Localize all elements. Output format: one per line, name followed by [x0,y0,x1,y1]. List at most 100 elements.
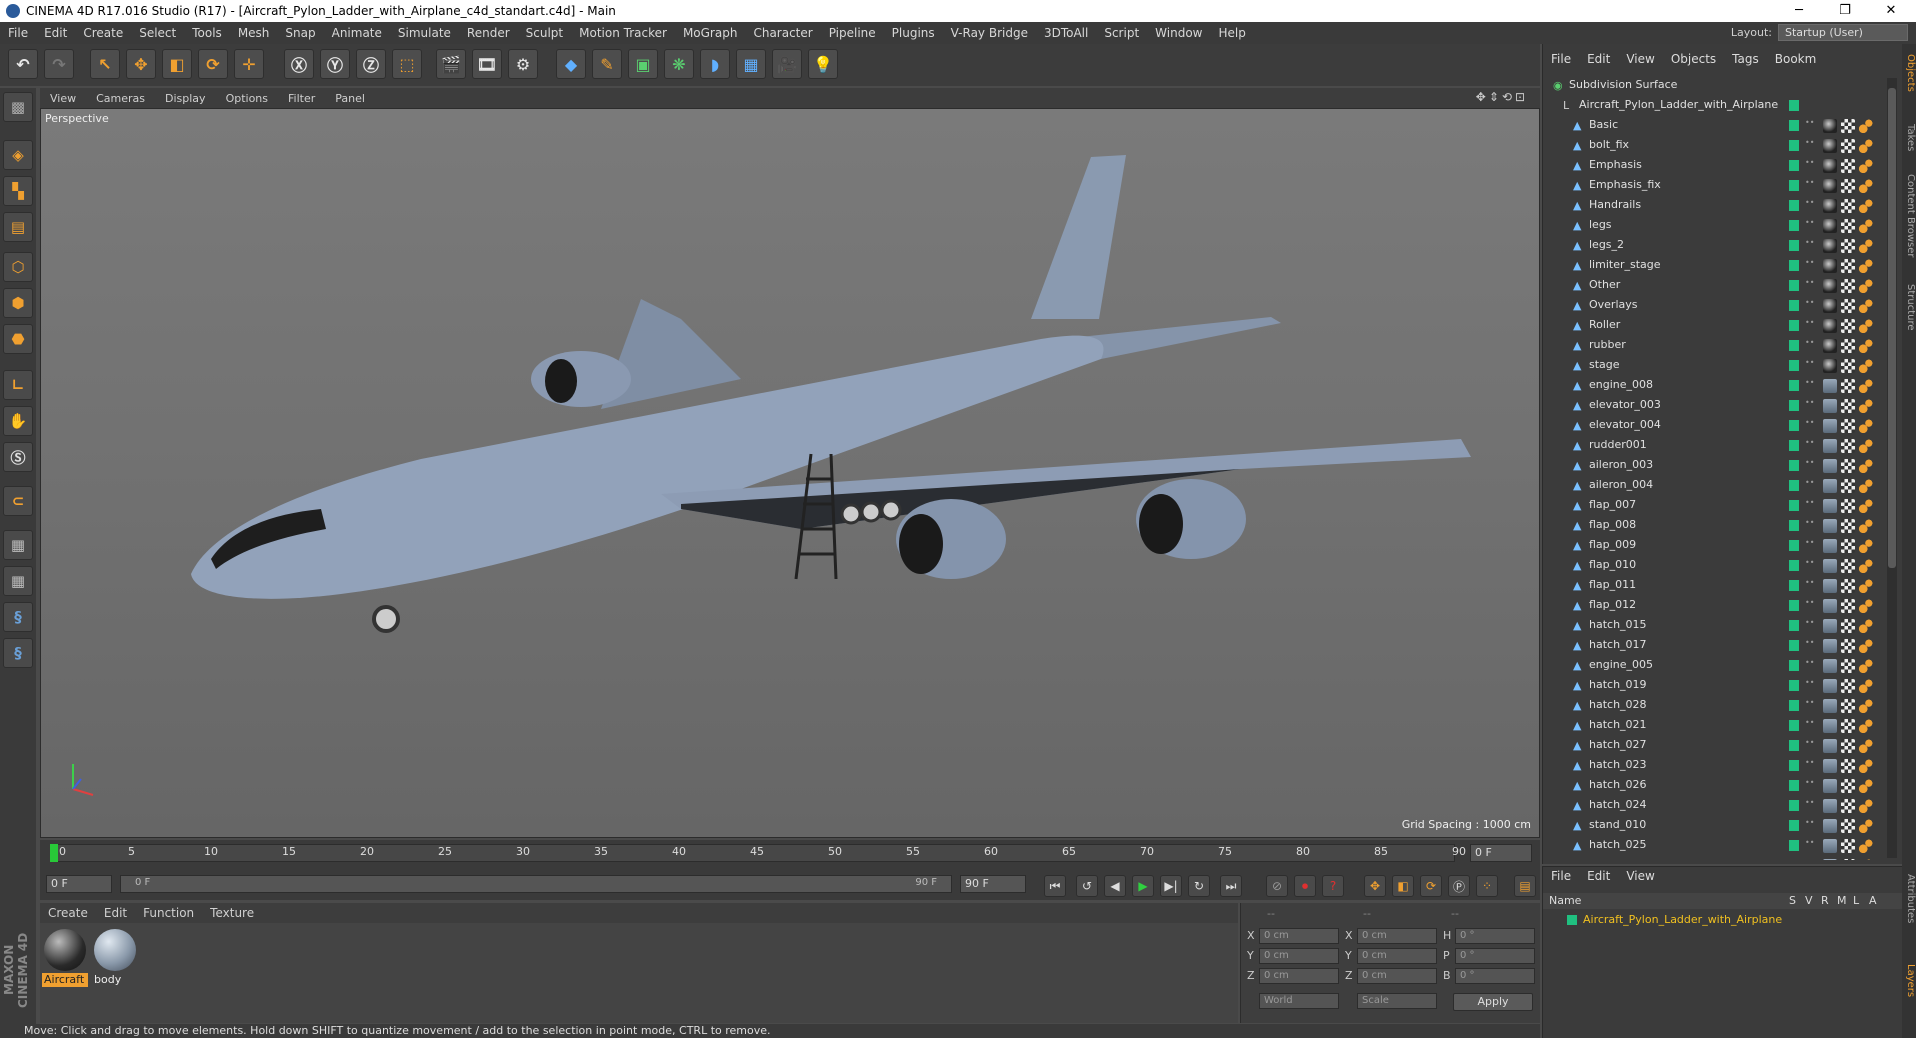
material-tag-icon[interactable] [1823,119,1837,133]
enable-check-icon[interactable]: •• [1805,439,1814,451]
viewport-menu-cameras[interactable]: Cameras [86,92,155,105]
enable-check-icon[interactable]: •• [1805,299,1814,311]
object-row[interactable]: ▲ hatch_015 •• [1543,616,1883,636]
timeline-ruler[interactable]: 0 5 10 15 20 25 30 35 40 45 50 55 60 65 … [40,840,1540,870]
object-menu-edit[interactable]: Edit [1579,52,1618,66]
visibility-dot[interactable] [1789,160,1799,171]
visibility-dot[interactable] [1789,420,1799,431]
uvw-tag-icon[interactable] [1841,159,1855,173]
uvw-tag-icon[interactable] [1841,779,1855,793]
points-mode-icon[interactable]: ⬡ [3,252,33,282]
object-row[interactable]: ▲engine_007•• [1543,856,1883,860]
prev-frame-icon[interactable]: ◀ [1104,875,1126,897]
subdivision-surface-icon[interactable]: ▣ [628,49,658,79]
enable-check-icon[interactable]: •• [1805,419,1814,431]
perspective-viewport[interactable]: Perspective Grid Spacing: 1000 cm [40,108,1540,838]
material-tag-icon[interactable] [1823,339,1837,353]
body-material-tag-icon[interactable] [1823,459,1837,473]
material-tag-icon[interactable] [1823,299,1837,313]
python-console-icon[interactable]: § [3,638,33,668]
material-menu-edit[interactable]: Edit [96,906,135,920]
visibility-dot[interactable] [1789,200,1799,211]
uvw-tag-icon[interactable] [1841,439,1855,453]
mograph-cloner-icon[interactable]: ❋ [664,49,694,79]
enable-check-icon[interactable]: •• [1805,259,1814,271]
object-menu-tags[interactable]: Tags [1724,52,1767,66]
selection-tag-icon[interactable] [1859,339,1873,353]
selection-tag-icon[interactable] [1859,179,1873,193]
autokey-icon[interactable]: ⏺ [1294,875,1316,897]
position-y-field[interactable]: 0 cm [1259,948,1339,964]
start-frame-field[interactable]: 0 F [46,875,112,893]
body-material-tag-icon[interactable] [1823,379,1837,393]
object-list-scrollbar[interactable] [1887,78,1897,858]
uvw-tag-icon[interactable] [1841,279,1855,293]
enable-check-icon[interactable]: •• [1805,239,1814,251]
object-menu-file[interactable]: File [1543,52,1579,66]
uvw-tag-icon[interactable] [1841,179,1855,193]
rotate-tool-icon[interactable]: ⟳ [198,49,228,79]
viewport-menu-panel[interactable]: Panel [325,92,375,105]
selection-tag-icon[interactable] [1859,479,1873,493]
undo-icon[interactable]: ↶ [8,49,38,79]
visibility-dot[interactable] [1789,760,1799,771]
body-material-tag-icon[interactable] [1823,859,1837,860]
object-row[interactable]: ▲ engine_008 •• [1543,376,1883,396]
close-button[interactable]: ✕ [1868,0,1914,22]
object-row[interactable]: ▲ rubber •• [1543,336,1883,356]
timeline-window-icon[interactable]: ▤ [1514,875,1536,897]
material-tag-icon[interactable] [1823,159,1837,173]
light-object-icon[interactable]: 💡 [808,49,838,79]
tab-structure[interactable]: Structure [1902,284,1916,331]
visibility-dot[interactable] [1789,240,1799,251]
playhead[interactable] [50,844,58,862]
selection-tag-icon[interactable] [1859,819,1873,833]
selection-tag-icon[interactable] [1859,859,1873,860]
selection-tag-icon[interactable] [1859,719,1873,733]
menu-window[interactable]: Window [1147,26,1210,40]
body-material-tag-icon[interactable] [1823,419,1837,433]
object-row[interactable]: ▲ Overlays •• [1543,296,1883,316]
visibility-dot[interactable] [1789,560,1799,571]
body-material-tag-icon[interactable] [1823,699,1837,713]
cube-object-icon[interactable]: ◆ [556,49,586,79]
x-axis-icon[interactable]: Ⓧ [284,49,314,79]
goto-end-icon[interactable]: ⏭ [1220,875,1242,897]
body-material-tag-icon[interactable] [1823,579,1837,593]
render-picture-viewer-icon[interactable]: 🎞 [472,49,502,79]
object-row[interactable]: ▲ hatch_024 •• [1543,796,1883,816]
current-frame-field[interactable]: 0 F [1470,844,1532,862]
body-material-tag-icon[interactable] [1823,659,1837,673]
selection-tag-icon[interactable] [1859,119,1873,133]
visibility-dot[interactable] [1789,320,1799,331]
visibility-dot[interactable] [1789,780,1799,791]
planar-workplane-icon[interactable]: ▦ [3,566,33,596]
object-row[interactable]: ▲ Handrails •• [1543,196,1883,216]
uvw-tag-icon[interactable] [1841,419,1855,433]
selection-tag-icon[interactable] [1859,679,1873,693]
object-row[interactable]: ▲ aileron_003 •• [1543,456,1883,476]
enable-check-icon[interactable]: •• [1805,719,1814,731]
selection-tag-icon[interactable] [1859,699,1873,713]
enable-check-icon[interactable]: •• [1805,319,1814,331]
body-material-tag-icon[interactable] [1823,599,1837,613]
uvw-tag-icon[interactable] [1841,559,1855,573]
workplane-mode-icon[interactable]: ▤ [3,212,33,242]
rotation-key-icon[interactable]: ⟳ [1420,875,1442,897]
menu-vray-bridge[interactable]: V-Ray Bridge [943,26,1036,40]
object-row[interactable]: ▲ elevator_004 •• [1543,416,1883,436]
position-key-icon[interactable]: ✥ [1364,875,1386,897]
coordinate-system-icon[interactable]: ⬚ [392,49,422,79]
enable-check-icon[interactable]: •• [1805,699,1814,711]
body-material-tag-icon[interactable] [1823,479,1837,493]
selection-tag-icon[interactable] [1859,359,1873,373]
visibility-dot[interactable] [1789,720,1799,731]
selection-tag-icon[interactable] [1859,319,1873,333]
tab-content-browser[interactable]: Content Browser [1902,174,1916,257]
texture-mode-icon[interactable]: ▚ [3,176,33,206]
menu-simulate[interactable]: Simulate [390,26,459,40]
object-row[interactable]: ▲ hatch_021 •• [1543,716,1883,736]
enable-check-icon[interactable]: •• [1805,459,1814,471]
body-material-tag-icon[interactable] [1823,499,1837,513]
object-row[interactable]: ▲ stage •• [1543,356,1883,376]
